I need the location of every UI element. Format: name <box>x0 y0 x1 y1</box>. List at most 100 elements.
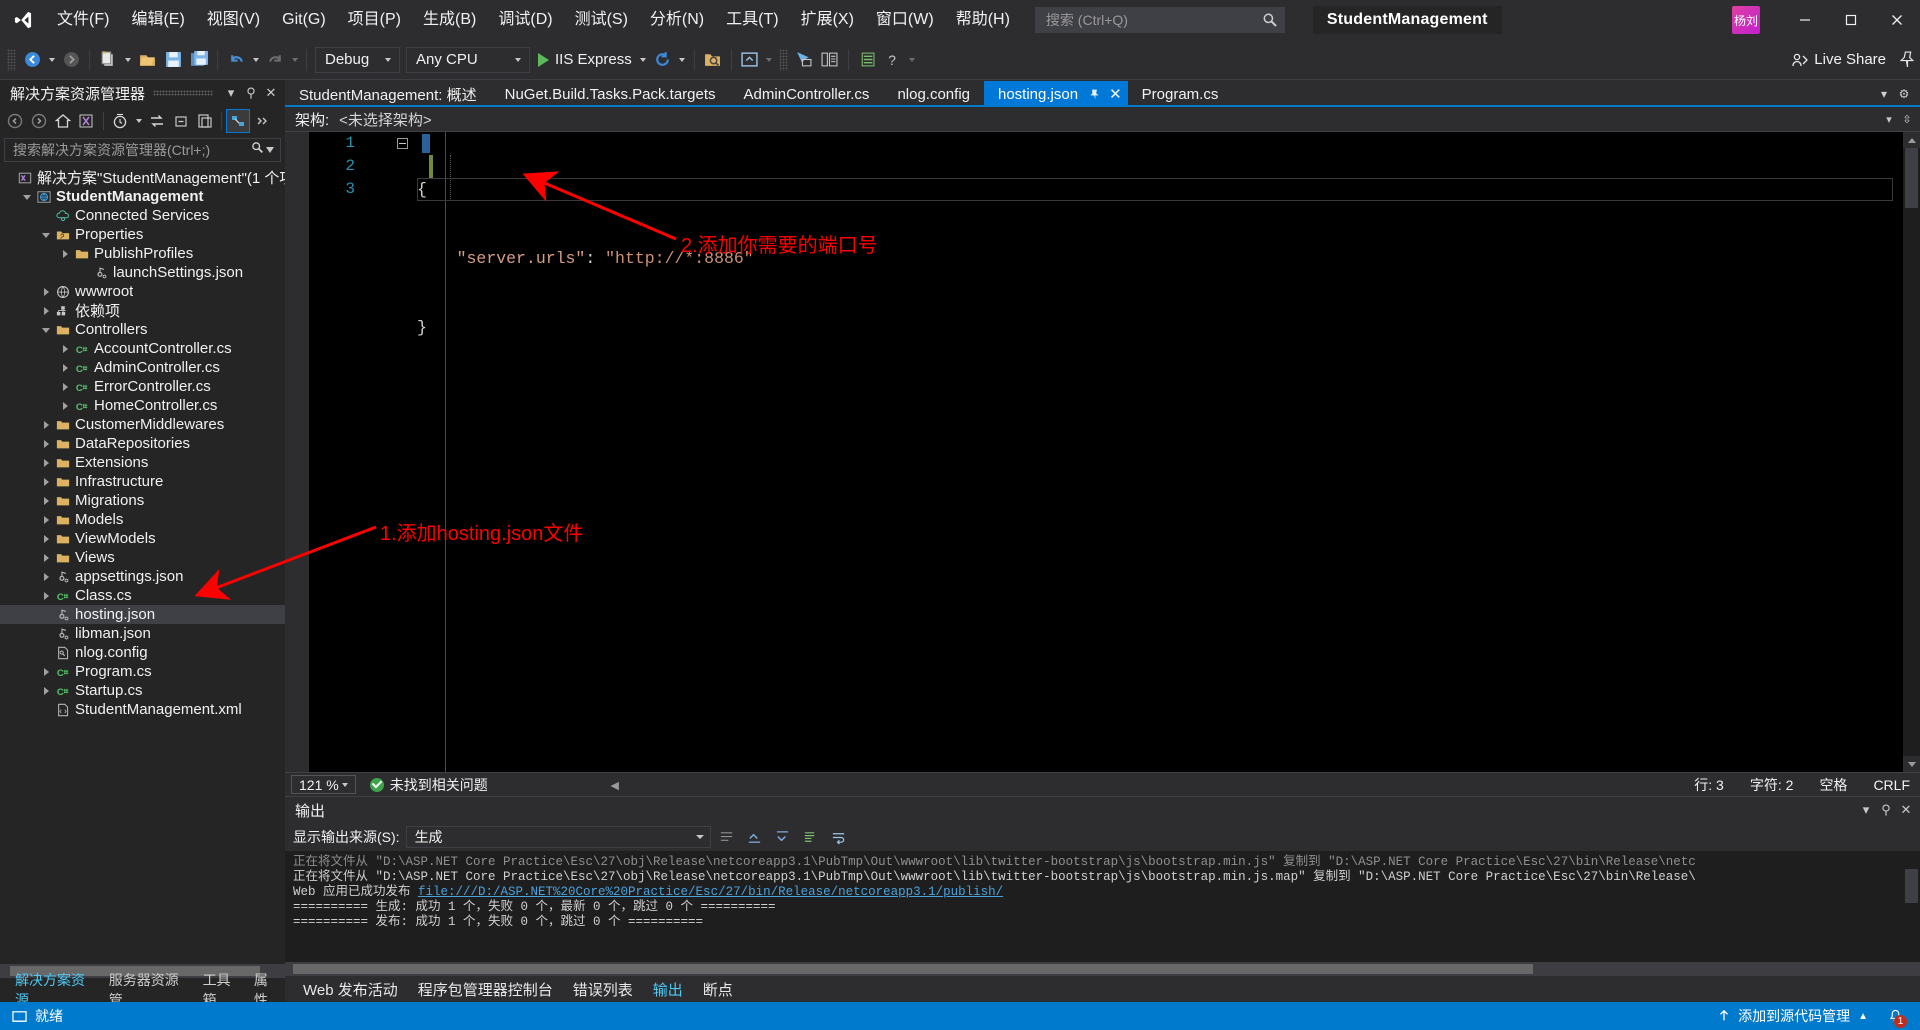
clear-all-icon[interactable] <box>799 825 823 849</box>
home-icon[interactable] <box>51 109 75 133</box>
chevron-down-icon[interactable] <box>19 187 35 206</box>
editor-vertical-scrollbar[interactable] <box>1903 132 1920 772</box>
add-to-source-control-button[interactable]: 添加到源代码管理 ▲ <box>1709 1002 1876 1030</box>
chevron-right-icon[interactable] <box>57 396 73 415</box>
chevron-right-icon[interactable] <box>38 415 54 434</box>
editor-tab-overview[interactable]: StudentManagement: 概述 <box>285 81 491 107</box>
go-to-next-message-icon[interactable] <box>771 825 795 849</box>
avatar[interactable]: 杨刘 <box>1732 6 1760 34</box>
new-project-icon[interactable] <box>95 46 121 74</box>
tree-item-admincontroller.cs[interactable]: C AdminController.cs <box>0 358 285 377</box>
pin-toolbar-icon[interactable] <box>1894 46 1920 74</box>
open-file-icon[interactable] <box>134 46 160 74</box>
forward-icon[interactable] <box>27 109 51 133</box>
editor-tab-admincontroller[interactable]: AdminController.cs <box>729 81 884 107</box>
fold-toggle[interactable] <box>395 132 409 155</box>
chevron-down-icon[interactable] <box>38 225 54 244</box>
chevron-right-icon[interactable] <box>38 529 54 548</box>
maximize-button[interactable] <box>1828 0 1874 40</box>
start-debug-button[interactable]: IIS Express <box>533 46 637 74</box>
tree-item-customermiddlewares[interactable]: CustomerMiddlewares <box>0 415 285 434</box>
chevron-right-icon[interactable] <box>38 567 54 586</box>
navigate-back-dropdown[interactable] <box>45 46 58 74</box>
tree-item-errorcontroller.cs[interactable]: C ErrorController.cs <box>0 377 285 396</box>
tree-item-views[interactable]: Views <box>0 548 285 567</box>
tree-item-startup.cs[interactable]: C Startup.cs <box>0 681 285 700</box>
toolbar-grip-2[interactable] <box>778 48 788 71</box>
redo-icon[interactable] <box>262 46 288 74</box>
chevron-right-icon[interactable] <box>38 681 54 700</box>
panel-overflow-icon[interactable] <box>250 109 274 133</box>
chevron-right-icon[interactable] <box>38 510 54 529</box>
preview-window-icon[interactable] <box>737 46 763 74</box>
undo-icon[interactable] <box>223 46 249 74</box>
scrollbar-thumb[interactable] <box>1905 869 1918 903</box>
menu-debug[interactable]: 调试(D) <box>487 0 563 40</box>
tab-list-dropdown-icon[interactable]: ▾ <box>1874 87 1894 101</box>
live-share-button[interactable]: Live Share <box>1792 51 1894 68</box>
pending-changes-icon[interactable] <box>108 109 132 133</box>
menu-tools[interactable]: 工具(T) <box>715 0 789 40</box>
panel-close-icon[interactable]: ✕ <box>261 85 281 101</box>
minimize-button[interactable] <box>1782 0 1828 40</box>
toggle-word-wrap-icon[interactable] <box>827 825 851 849</box>
list-lines-icon[interactable] <box>854 46 880 74</box>
sync-icon[interactable] <box>145 109 169 133</box>
output-panel-pin-icon[interactable]: ⚲ <box>1876 802 1896 818</box>
help-question-icon[interactable]: ? <box>880 46 906 74</box>
chevron-down-icon[interactable] <box>264 147 276 153</box>
toolbar-grip[interactable] <box>7 48 16 71</box>
code-text[interactable]: { "server.urls": "http://*:8886" } <box>417 132 1903 385</box>
bottom-tab-output[interactable]: 输出 <box>643 979 693 1000</box>
chevron-right-icon[interactable] <box>57 339 73 358</box>
output-hscrollbar[interactable] <box>285 962 1920 976</box>
solution-explorer-search-input[interactable] <box>13 142 251 158</box>
bottom-tab-package-manager-console[interactable]: 程序包管理器控制台 <box>408 979 563 1000</box>
chevron-right-icon[interactable] <box>38 453 54 472</box>
panel-menu-icon[interactable]: ▾ <box>221 85 241 101</box>
tab-settings-icon[interactable]: ⚙ <box>1894 87 1914 101</box>
tree-item--studentmanagement-1-[interactable]: 解决方案"StudentManagement"(1 个项目 <box>0 168 285 187</box>
tree-item-migrations[interactable]: Migrations <box>0 491 285 510</box>
new-project-dropdown[interactable] <box>121 46 134 74</box>
tree-item-wwwroot[interactable]: wwwroot <box>0 282 285 301</box>
chevron-right-icon[interactable] <box>38 434 54 453</box>
tree-item-connected-services[interactable]: Connected Services <box>0 206 285 225</box>
notifications-button[interactable]: 1 <box>1876 1002 1914 1030</box>
tree-item-libman.json[interactable]: libman.json <box>0 624 285 643</box>
tree-item-properties[interactable]: Properties <box>0 225 285 244</box>
editor-tab-hosting-json[interactable]: hosting.json ✕ <box>984 81 1128 107</box>
menu-edit[interactable]: 编辑(E) <box>120 0 195 40</box>
global-search-box[interactable] <box>1034 7 1285 33</box>
preview-dropdown[interactable] <box>763 46 776 74</box>
chevron-right-icon[interactable] <box>38 548 54 567</box>
solution-tree[interactable]: 解决方案"StudentManagement"(1 个项目 StudentMana… <box>0 165 285 964</box>
switch-views-icon[interactable] <box>75 109 99 133</box>
panel-pin-icon[interactable]: ⚲ <box>241 85 261 101</box>
bottom-tab-breakpoints[interactable]: 断点 <box>693 979 743 1000</box>
chevron-right-icon[interactable] <box>57 377 73 396</box>
panel-drag-dots[interactable] <box>153 90 213 96</box>
collapse-all-icon[interactable] <box>169 109 193 133</box>
tree-item-program.cs[interactable]: C Program.cs <box>0 662 285 681</box>
tree-item-models[interactable]: Models <box>0 510 285 529</box>
menu-help[interactable]: 帮助(H) <box>945 0 1021 40</box>
menu-file[interactable]: 文件(F) <box>46 0 120 40</box>
menu-build[interactable]: 生成(B) <box>412 0 487 40</box>
tree-item-appsettings.json[interactable]: appsettings.json <box>0 567 285 586</box>
tree-item-publishprofiles[interactable]: PublishProfiles <box>0 244 285 263</box>
tree-item-infrastructure[interactable]: Infrastructure <box>0 472 285 491</box>
chevron-right-icon[interactable] <box>38 472 54 491</box>
refresh-dropdown[interactable] <box>676 46 689 74</box>
close-tab-icon[interactable]: ✕ <box>1109 85 1122 103</box>
tree-item-hosting.json[interactable]: hosting.json <box>0 605 285 624</box>
navbar-split-icon[interactable]: ⇳ <box>1898 113 1916 126</box>
chevron-down-icon[interactable] <box>38 320 54 339</box>
solution-explorer-search[interactable] <box>4 138 281 162</box>
output-source-combo[interactable]: 生成 <box>405 826 711 848</box>
save-icon[interactable] <box>160 46 186 74</box>
redo-dropdown[interactable] <box>288 46 301 74</box>
zoom-level-combo[interactable]: 121 % <box>291 775 356 794</box>
editor-tab-program-cs[interactable]: Program.cs <box>1127 81 1233 107</box>
navigate-back-icon[interactable] <box>19 46 45 74</box>
